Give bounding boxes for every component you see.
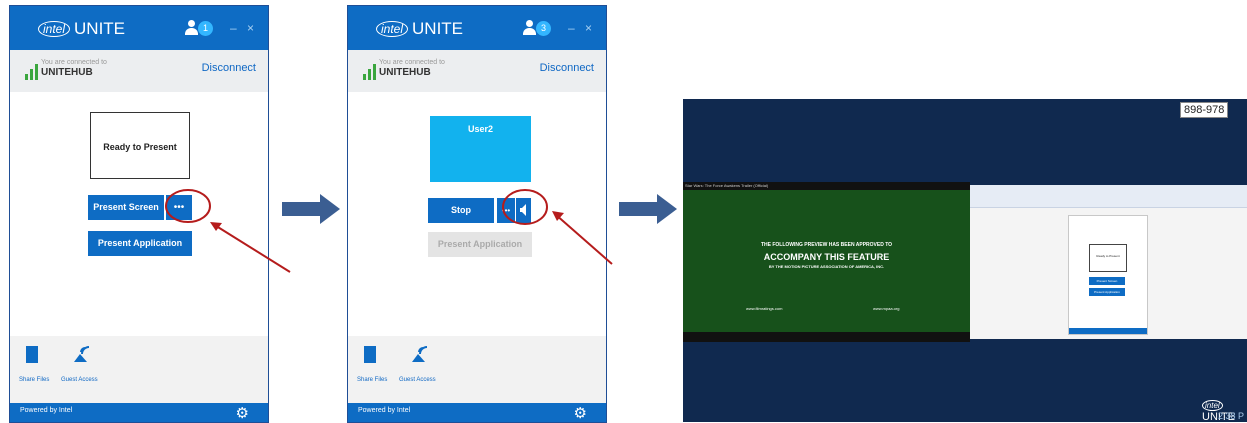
present-application-button: Present Application — [428, 232, 532, 257]
unite-window-ready: intel UNITE 1 – × You are connected to UN… — [9, 5, 269, 423]
disconnect-link[interactable]: Disconnect — [540, 62, 594, 74]
share-files-label[interactable]: Share Files — [357, 377, 387, 383]
minimize-button[interactable]: – — [568, 21, 575, 35]
close-button[interactable]: × — [247, 21, 254, 35]
app-title: UNITE — [412, 19, 464, 38]
intel-logo: intel — [1202, 400, 1223, 411]
powered-by-text: Powered by Intel — [20, 407, 73, 414]
guest-access-label[interactable]: Guest Access — [61, 377, 98, 383]
video-controls-bar[interactable] — [683, 332, 970, 342]
mini-powered-bar — [1069, 328, 1147, 334]
rating-line-1: THE FOLLOWING PREVIEW HAS BEEN APPROVED … — [760, 242, 893, 248]
hub-display-screen: 898-978 Star Wars: The Force Awakens Tra… — [683, 99, 1247, 422]
disconnect-link[interactable]: Disconnect — [202, 62, 256, 74]
mini-preview — [1089, 244, 1127, 272]
more-options-button[interactable]: ••• — [166, 195, 192, 220]
hub-name: UNITEHUB — [41, 67, 93, 78]
preview-user-name: User2 — [467, 124, 494, 134]
pin-code: 898-978 — [1180, 102, 1229, 118]
signal-icon — [363, 64, 379, 80]
guest-access-label[interactable]: Guest Access — [399, 377, 436, 383]
mini-present-application: Present Application — [1089, 288, 1125, 296]
guest-access-icon[interactable] — [410, 345, 428, 363]
flow-arrow-right — [619, 194, 677, 224]
hub-clock: 2:38 P — [1218, 411, 1245, 421]
minimize-button[interactable]: – — [230, 21, 237, 35]
stop-presenting-button[interactable]: Stop Presenting — [428, 198, 494, 240]
share-files-label[interactable]: Share Files — [19, 377, 49, 383]
signal-icon — [25, 64, 41, 80]
mini-ribbon — [970, 185, 1247, 208]
powered-by-text: Powered by Intel — [358, 407, 411, 414]
mini-unite-window: Ready to Present Present Screen Present … — [1068, 215, 1148, 335]
rating-url-left: www.filmratings.com — [746, 306, 783, 311]
gear-icon[interactable]: ⚙ — [574, 404, 587, 422]
connection-caption: You are connected to — [41, 59, 107, 66]
close-button[interactable]: × — [585, 21, 592, 35]
speaker-icon — [519, 204, 526, 216]
rating-line-3: BY THE MOTION PICTURE ASSOCIATION OF AME… — [768, 264, 885, 269]
window-header: intel UNITE 1 – × — [10, 6, 268, 50]
preview-status: Ready to Present — [103, 142, 177, 152]
powered-by-bar: Powered by Intel ⚙ — [10, 403, 268, 422]
connection-caption: You are connected to — [379, 59, 445, 66]
present-application-button[interactable]: Present Application — [88, 231, 192, 256]
guest-access-icon[interactable] — [72, 345, 90, 363]
shared-desktop-window: Ready to Present Present Screen Present … — [970, 185, 1247, 339]
app-logo: intel UNITE — [376, 19, 463, 39]
intel-logo: intel — [38, 21, 71, 37]
mini-present-screen: Present Screen — [1089, 277, 1125, 285]
connection-bar: You are connected to UNITEHUB Disconnect — [10, 50, 268, 92]
app-title: UNITE — [74, 19, 126, 38]
connection-bar: You are connected to UNITEHUB Disconnect — [348, 50, 606, 92]
user-count-badge[interactable]: 3 — [536, 21, 551, 36]
footer-actions: Share Files Guest Access — [10, 336, 268, 404]
present-screen-button[interactable]: Present Screen — [88, 195, 164, 220]
powered-by-bar: Powered by Intel ⚙ — [348, 403, 606, 422]
window-header: intel UNITE 3 – × — [348, 6, 606, 50]
share-files-icon[interactable] — [364, 346, 376, 363]
user-count-badge[interactable]: 1 — [198, 21, 213, 36]
share-files-icon[interactable] — [26, 346, 38, 363]
video-title-bar: Star Wars: The Force Awakens Trailer (Of… — [683, 182, 970, 190]
app-logo: intel UNITE — [38, 19, 125, 39]
hub-name: UNITEHUB — [379, 67, 431, 78]
unite-window-presenting: intel UNITE 3 – × You are connected to UN… — [347, 5, 607, 423]
video-title: Star Wars: The Force Awakens Trailer (Of… — [685, 183, 769, 188]
gear-icon[interactable]: ⚙ — [236, 404, 249, 422]
audio-toggle-button[interactable] — [516, 198, 531, 223]
mini-ready-text: Ready to Present — [1096, 254, 1120, 258]
more-options-button[interactable]: ••• — [497, 198, 515, 223]
rating-line-2: ACCOMPANY THIS FEATURE — [763, 252, 890, 262]
rating-url-right: www.mpaa.org — [873, 306, 900, 311]
flow-arrow-right — [282, 194, 340, 224]
video-window: Star Wars: The Force Awakens Trailer (Of… — [683, 182, 970, 342]
footer-actions: Share Files Guest Access — [348, 336, 606, 404]
intel-logo: intel — [376, 21, 409, 37]
